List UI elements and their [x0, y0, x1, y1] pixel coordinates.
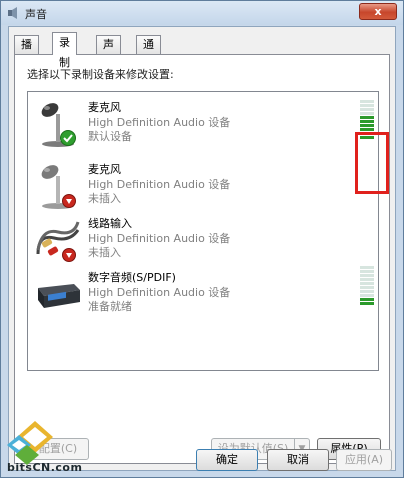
meter-segment	[360, 116, 374, 119]
meter-segment	[360, 112, 374, 115]
close-button[interactable]: x	[359, 3, 397, 20]
tab-communications[interactable]: 通信	[136, 35, 161, 68]
tab-playback[interactable]: 播放	[14, 35, 39, 68]
tab-sounds[interactable]: 声音	[96, 35, 121, 68]
device-item-spdif[interactable]: 数字音频(S/PDIF) High Definition Audio 设备 准备…	[28, 264, 378, 326]
meter-segment	[360, 278, 374, 281]
meter-segment	[360, 302, 374, 305]
apply-button[interactable]: 应用(A)	[336, 449, 392, 471]
window-title: 声音	[25, 8, 47, 21]
meter-segment	[360, 124, 374, 127]
meter-segment	[360, 100, 374, 103]
level-meter	[360, 266, 374, 306]
meter-segment	[360, 298, 374, 301]
device-name: 麦克风	[88, 101, 121, 114]
meter-segment	[360, 108, 374, 111]
meter-segment	[360, 120, 374, 123]
device-list[interactable]: 麦克风 High Definition Audio 设备 默认设备 麦克风 Hi…	[27, 91, 389, 371]
dialog-client-area: 播放 录制 声音 通信 选择以下录制设备来修改设置:	[8, 26, 396, 471]
device-name: 线路输入	[88, 217, 132, 230]
device-item-line-in[interactable]: 线路输入 High Definition Audio 设备 未插入	[28, 210, 378, 272]
meter-segment	[360, 290, 374, 293]
meter-segment	[360, 128, 374, 131]
meter-segment	[360, 266, 374, 269]
meter-segment	[360, 286, 374, 289]
speaker-icon	[8, 7, 17, 19]
ok-button[interactable]: 确定	[196, 449, 258, 471]
meter-segment	[360, 294, 374, 297]
device-status: 准备就绪	[88, 300, 132, 313]
meter-segment	[360, 104, 374, 107]
instruction-text: 选择以下录制设备来修改设置:	[27, 68, 174, 81]
watermark-text: bitsCN.com	[7, 461, 83, 474]
device-name: 数字音频(S/PDIF)	[88, 271, 176, 284]
recording-panel: 选择以下录制设备来修改设置: 麦克风 High Definition Audio…	[14, 54, 390, 464]
device-item-microphone-unplugged[interactable]: 麦克风 High Definition Audio 设备 未插入	[28, 156, 378, 218]
annotation-highlight-box	[355, 132, 389, 194]
default-check-icon	[60, 130, 76, 146]
spdif-device-icon	[38, 284, 80, 308]
title-bar[interactable]: 声音 x	[1, 1, 403, 25]
meter-segment	[360, 270, 374, 273]
cancel-button[interactable]: 取消	[267, 449, 329, 471]
unplugged-icon	[62, 248, 76, 262]
device-status: 未插入	[88, 192, 121, 205]
device-status: 未插入	[88, 246, 121, 259]
unplugged-icon	[62, 194, 76, 208]
device-name: 麦克风	[88, 163, 121, 176]
device-item-microphone-default[interactable]: 麦克风 High Definition Audio 设备 默认设备	[28, 94, 378, 156]
device-status: 默认设备	[88, 130, 132, 143]
tab-recording[interactable]: 录制	[52, 32, 77, 69]
meter-segment	[360, 274, 374, 277]
meter-segment	[360, 282, 374, 285]
sound-dialog-window: 声音 x 播放 录制 声音 通信 选择以下录制设备来修改设置:	[0, 0, 404, 478]
